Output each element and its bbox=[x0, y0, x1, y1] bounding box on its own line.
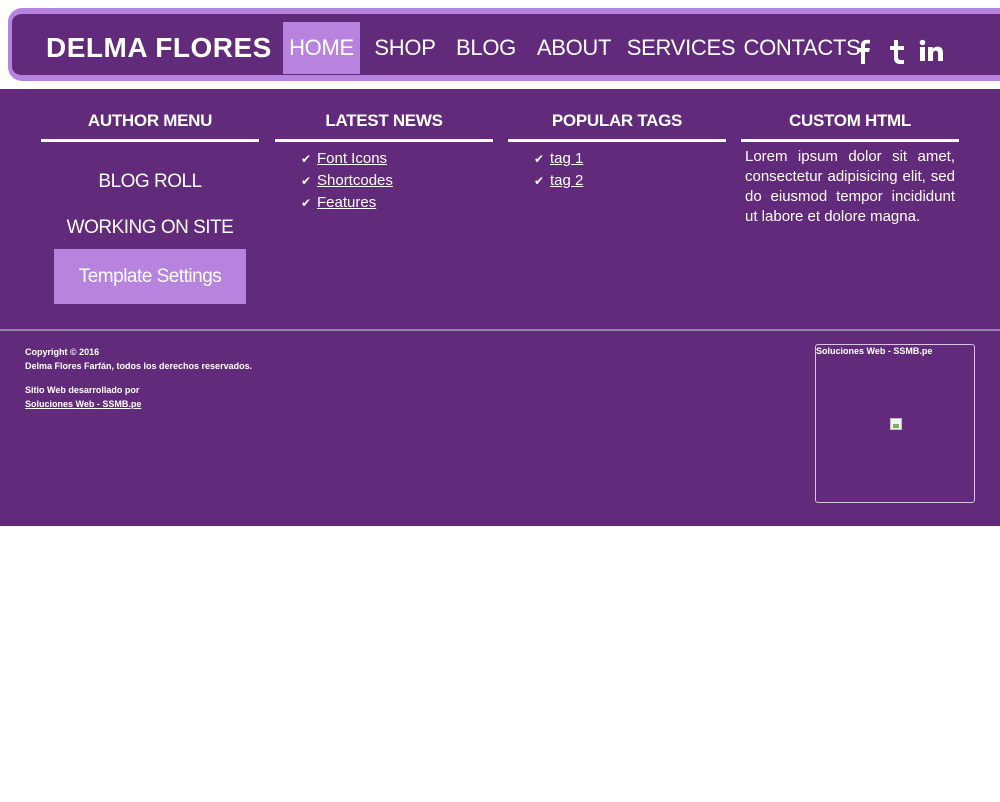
check-icon: ✔ bbox=[301, 196, 312, 210]
popular-tags-list: ✔ tag 1 ✔ tag 2 bbox=[508, 148, 726, 192]
author-menu-title: AUTHOR MENU bbox=[41, 89, 259, 142]
copyright-line: Copyright © 2016 bbox=[25, 347, 100, 357]
footer-badge-box[interactable]: Soluciones Web - SSMB.pe bbox=[815, 344, 975, 503]
site-header: DELMA FLORES HOME SHOP BLOG ABOUT SERVIC… bbox=[0, 0, 1000, 89]
check-icon: ✔ bbox=[301, 152, 312, 166]
check-icon: ✔ bbox=[534, 152, 545, 166]
footer-credits: Copyright © 2016 Delma Flores Farfán, to… bbox=[25, 345, 252, 411]
list-item: ✔ Features bbox=[301, 192, 493, 214]
list-item: ✔ Shortcodes bbox=[301, 170, 493, 192]
blog-roll-link[interactable]: BLOG ROLL bbox=[41, 171, 259, 193]
tumblr-icon[interactable] bbox=[887, 36, 907, 66]
broken-image-icon bbox=[890, 418, 902, 430]
check-icon: ✔ bbox=[301, 174, 312, 188]
facebook-icon[interactable] bbox=[852, 36, 874, 66]
nav-item-services[interactable]: SERVICES bbox=[627, 22, 736, 74]
list-item: ✔ tag 1 bbox=[534, 148, 726, 170]
footer-badge-title: Soluciones Web - SSMB.pe bbox=[816, 346, 933, 356]
latest-news-title: LATEST NEWS bbox=[275, 89, 493, 142]
site-title[interactable]: DELMA FLORES bbox=[46, 32, 272, 64]
custom-html-text: Lorem ipsum dolor sit amet, consectetur … bbox=[745, 148, 955, 225]
working-on-site-link[interactable]: WORKING ON SITE bbox=[41, 217, 259, 239]
nav-item-contacts[interactable]: CONTACTS bbox=[744, 22, 861, 74]
tag-link-1[interactable]: tag 1 bbox=[550, 148, 583, 170]
list-item: ✔ Font Icons bbox=[301, 148, 493, 170]
custom-html-title: CUSTOM HTML bbox=[741, 89, 959, 142]
author-menu-widget: AUTHOR MENU BLOG ROLL WORKING ON SITE Te… bbox=[41, 89, 259, 304]
list-item: ✔ tag 2 bbox=[534, 170, 726, 192]
news-link-font-icons[interactable]: Font Icons bbox=[317, 148, 387, 170]
nav-item-shop[interactable]: SHOP bbox=[370, 22, 440, 74]
nav-item-about[interactable]: ABOUT bbox=[533, 22, 615, 74]
site-footer: Copyright © 2016 Delma Flores Farfán, to… bbox=[0, 331, 1000, 526]
rights-line: Delma Flores Farfán, todos los derechos … bbox=[25, 361, 253, 371]
news-link-shortcodes[interactable]: Shortcodes bbox=[317, 170, 393, 192]
popular-tags-widget: POPULAR TAGS ✔ tag 1 ✔ tag 2 bbox=[508, 89, 726, 192]
developer-label: Sitio Web desarrollado por bbox=[25, 385, 140, 395]
widgets-area: AUTHOR MENU BLOG ROLL WORKING ON SITE Te… bbox=[0, 89, 1000, 329]
news-link-features[interactable]: Features bbox=[317, 192, 376, 214]
developer-link[interactable]: Soluciones Web - SSMB.pe bbox=[25, 399, 141, 409]
latest-news-widget: LATEST NEWS ✔ Font Icons ✔ Shortcodes ✔ Fea… bbox=[275, 89, 493, 214]
popular-tags-title: POPULAR TAGS bbox=[508, 89, 726, 142]
check-icon: ✔ bbox=[534, 174, 545, 188]
custom-html-widget: CUSTOM HTML Lorem ipsum dolor sit amet, … bbox=[741, 89, 959, 227]
latest-news-list: ✔ Font Icons ✔ Shortcodes ✔ Features bbox=[275, 148, 493, 214]
linkedin-icon[interactable] bbox=[918, 36, 944, 66]
nav-item-blog[interactable]: BLOG bbox=[451, 22, 521, 74]
nav-item-home[interactable]: HOME bbox=[283, 22, 360, 74]
tag-link-2[interactable]: tag 2 bbox=[550, 170, 583, 192]
template-settings-button[interactable]: Template Settings bbox=[54, 249, 246, 304]
